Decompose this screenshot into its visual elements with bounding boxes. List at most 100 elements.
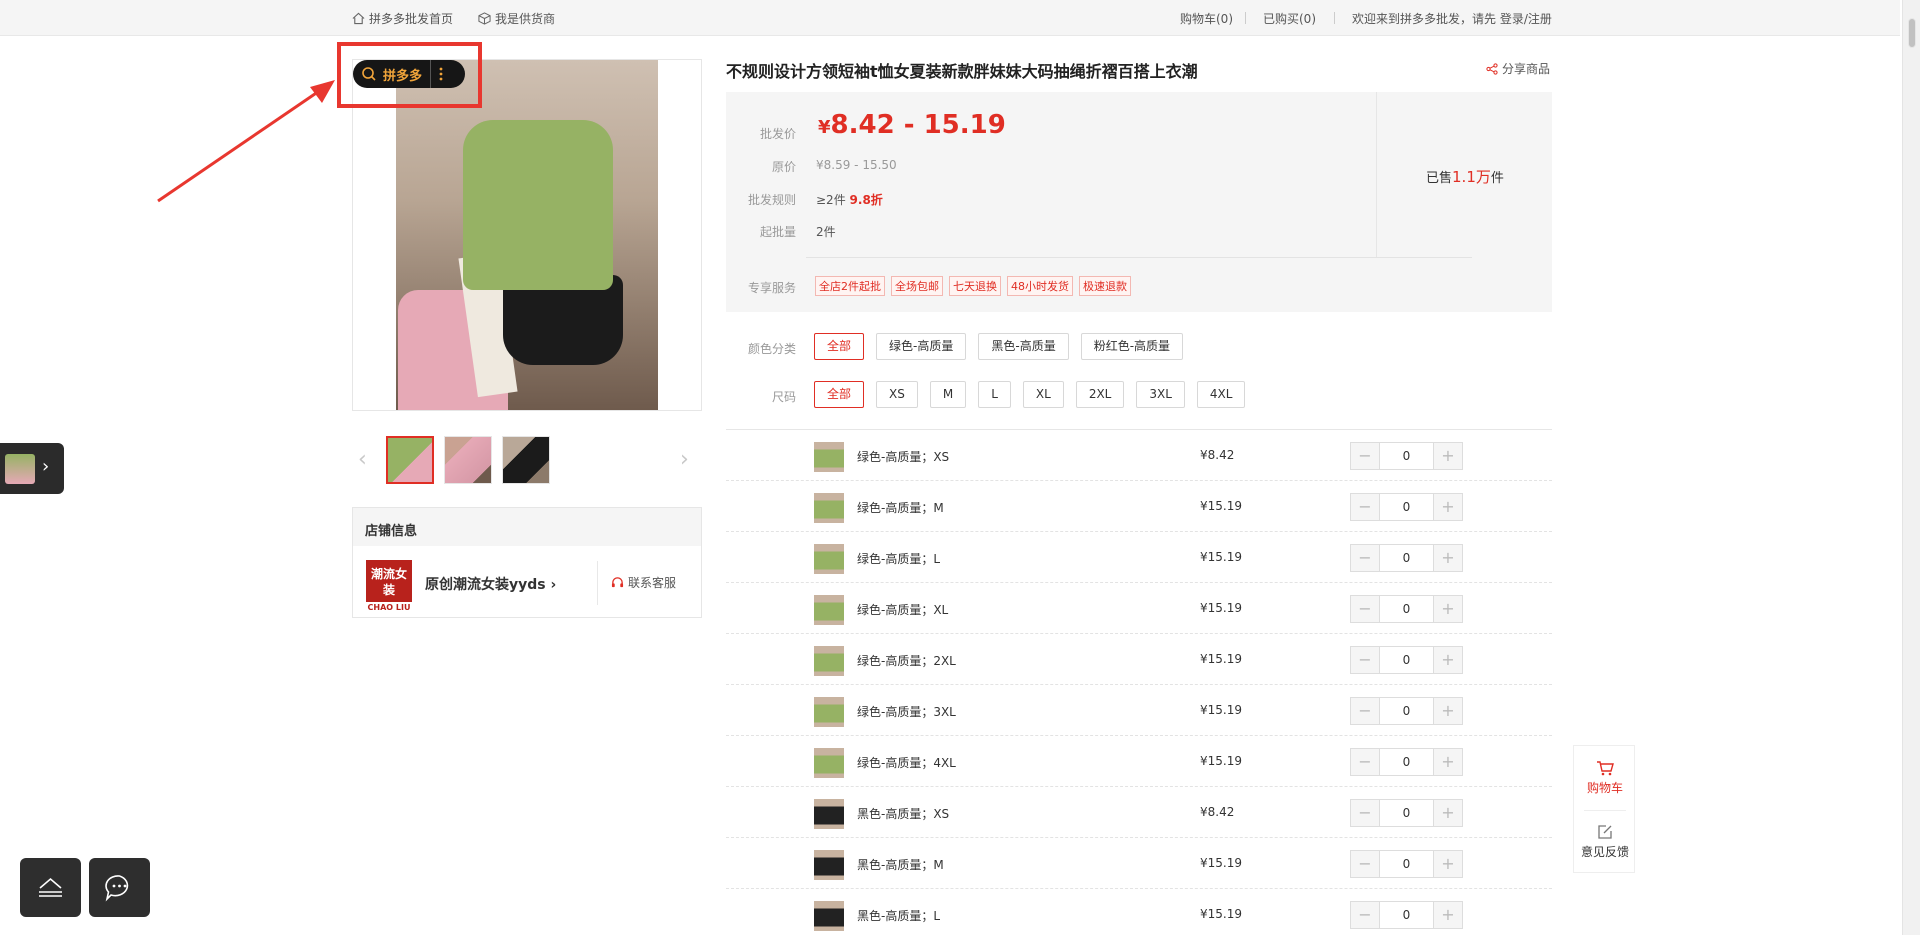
sku-price: ¥15.19 [1200, 856, 1242, 870]
sku-price: ¥8.42 [1200, 448, 1235, 462]
supplier-link[interactable]: 我是供货商 [478, 10, 555, 27]
quantity-stepper[interactable]: −0 + [1350, 799, 1463, 827]
box-icon [478, 12, 491, 25]
chat-button[interactable] [89, 858, 150, 917]
side-collapse-tab[interactable]: › [0, 443, 64, 494]
quantity-stepper[interactable]: −0 + [1350, 697, 1463, 725]
quantity-input[interactable]: 0 [1379, 443, 1434, 469]
color-chip[interactable]: 全部 [814, 333, 865, 360]
welcome-login-text[interactable]: 欢迎来到拼多多批发，请先 登录/注册 [1352, 10, 1552, 27]
store-name-link[interactable]: 原创潮流女装yyds › [425, 574, 556, 594]
size-chip[interactable]: 3XL [1136, 381, 1185, 408]
thumb-prev-arrow[interactable]: ‹ [358, 448, 372, 472]
sku-price: ¥8.42 [1200, 805, 1235, 819]
thumb-next-arrow[interactable]: › [680, 448, 694, 472]
increment-button[interactable]: + [1434, 698, 1462, 724]
chat-icon [105, 875, 129, 902]
size-chip[interactable]: 全部 [814, 381, 865, 408]
size-chip[interactable]: 4XL [1196, 381, 1246, 408]
increment-button[interactable]: + [1434, 647, 1462, 673]
thumbnail[interactable] [502, 436, 550, 484]
contact-service-button[interactable]: 联系客服 [611, 574, 676, 591]
decrement-button[interactable]: − [1351, 545, 1379, 571]
color-chip[interactable]: 黑色-高质量 [978, 333, 1069, 360]
decrement-button[interactable]: − [1351, 596, 1379, 622]
sku-thumbnail [814, 799, 844, 829]
scrollbar-thumb[interactable] [1908, 18, 1916, 48]
sku-thumbnail [814, 850, 844, 880]
increment-button[interactable]: + [1434, 494, 1462, 520]
decrement-button[interactable]: − [1351, 647, 1379, 673]
sku-name: 绿色-高质量；3XL [857, 705, 956, 719]
sku-name: 绿色-高质量；M [857, 501, 944, 515]
size-chip[interactable]: L [978, 381, 1011, 408]
decrement-button[interactable]: − [1351, 443, 1379, 469]
decrement-button[interactable]: − [1351, 749, 1379, 775]
home-icon [352, 12, 365, 25]
decrement-button[interactable]: − [1351, 851, 1379, 877]
increment-button[interactable]: + [1434, 596, 1462, 622]
quantity-stepper[interactable]: −0 + [1350, 493, 1463, 521]
scroll-top-button[interactable] [20, 858, 81, 917]
share-icon [1486, 62, 1498, 75]
quantity-stepper[interactable]: −0 + [1350, 901, 1463, 929]
quantity-stepper[interactable]: −0 + [1350, 748, 1463, 776]
quantity-input[interactable]: 0 [1379, 545, 1434, 571]
quantity-input[interactable]: 0 [1379, 749, 1434, 775]
size-filter-label: 尺码 [771, 390, 796, 404]
float-cart-button[interactable]: 购物车 [1574, 760, 1636, 796]
quantity-stepper[interactable]: −0 + [1350, 595, 1463, 623]
increment-button[interactable]: + [1434, 851, 1462, 877]
increment-button[interactable]: + [1434, 800, 1462, 826]
bought-link[interactable]: 已购买(0) [1263, 10, 1316, 27]
color-chip[interactable]: 绿色-高质量 [876, 333, 967, 360]
quantity-stepper[interactable]: −0 + [1350, 646, 1463, 674]
main-product-image[interactable] [352, 59, 702, 411]
size-chip[interactable]: M [929, 381, 967, 408]
price-range: ¥8.42 - 15.19 [818, 110, 1006, 140]
decrement-button[interactable]: − [1351, 902, 1379, 928]
float-feedback-button[interactable]: 意见反馈 [1574, 824, 1636, 860]
quantity-input[interactable]: 0 [1379, 647, 1434, 673]
sold-count: 已售1.1万件 [1426, 168, 1504, 186]
decrement-button[interactable]: − [1351, 800, 1379, 826]
increment-button[interactable]: + [1434, 749, 1462, 775]
sku-row: 黑色-高质量；L ¥15.19 −0 + [726, 889, 1552, 935]
thumbnail[interactable] [386, 436, 434, 484]
home-link[interactable]: 拼多多批发首页 [352, 10, 453, 27]
size-chip[interactable]: 2XL [1075, 381, 1125, 408]
quantity-input[interactable]: 0 [1379, 800, 1434, 826]
page-scrollbar[interactable] [1902, 0, 1920, 935]
increment-button[interactable]: + [1434, 545, 1462, 571]
increment-button[interactable]: + [1434, 443, 1462, 469]
sku-price: ¥15.19 [1200, 907, 1242, 921]
quantity-input[interactable]: 0 [1379, 851, 1434, 877]
decrement-button[interactable]: − [1351, 698, 1379, 724]
increment-button[interactable]: + [1434, 902, 1462, 928]
quantity-stepper[interactable]: −0 + [1350, 544, 1463, 572]
quantity-input[interactable]: 0 [1379, 698, 1434, 724]
quantity-input[interactable]: 0 [1379, 902, 1434, 928]
color-chip[interactable]: 粉红色-高质量 [1080, 333, 1184, 360]
decrement-button[interactable]: − [1351, 494, 1379, 520]
cart-link[interactable]: 购物车(0) [1180, 10, 1233, 27]
sku-row: 绿色-高质量；2XL ¥15.19 −0 + [726, 634, 1552, 685]
service-tag: 全店2件起批 [815, 276, 885, 296]
size-chip[interactable]: XL [1022, 381, 1064, 408]
share-button[interactable]: 分享商品 [1486, 60, 1550, 77]
sku-row: 黑色-高质量；XS ¥8.42 −0 + [726, 787, 1552, 838]
sku-row: 绿色-高质量；XS ¥8.42 −0 + [726, 430, 1552, 481]
quantity-stepper[interactable]: −0 + [1350, 850, 1463, 878]
quantity-input[interactable]: 0 [1379, 596, 1434, 622]
chevron-right-icon: › [42, 456, 50, 477]
sku-name: 黑色-高质量；XS [857, 807, 950, 821]
thumbnail[interactable] [444, 436, 492, 484]
sku-name: 绿色-高质量；XL [857, 603, 949, 617]
quantity-stepper[interactable]: −0 + [1350, 442, 1463, 470]
quantity-input[interactable]: 0 [1379, 494, 1434, 520]
store-logo[interactable]: 潮流女装 CHAO LIU [366, 560, 412, 613]
size-filter-chips: 全部 XS M L XL 2XL 3XL 4XL [814, 381, 1246, 408]
sku-thumbnail [814, 442, 844, 472]
store-panel: 店铺信息 潮流女装 CHAO LIU 原创潮流女装yyds › 联系客服 [352, 507, 702, 618]
size-chip[interactable]: XS [876, 381, 918, 408]
